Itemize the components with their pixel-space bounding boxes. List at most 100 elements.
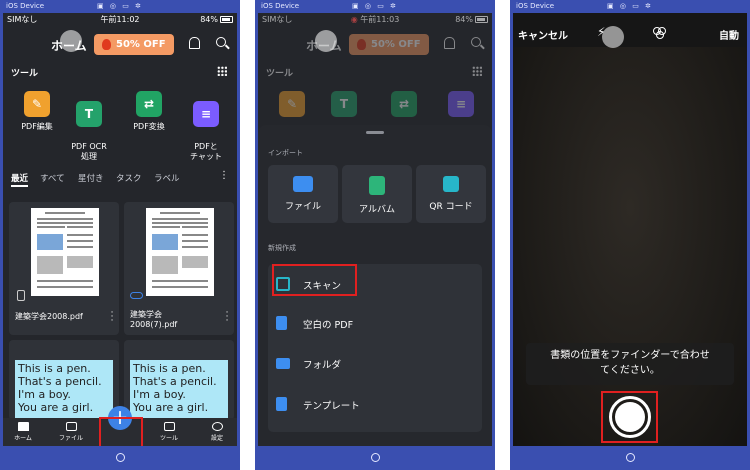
folder-icon	[293, 176, 313, 192]
phone-panel-camera: iOS Device ▣ ◎ ▭ ✲ キャンセル ⚡ 自動 書類の位置をファイン…	[510, 0, 750, 470]
qr-code-icon	[443, 176, 459, 192]
pdf-edit-icon: ✎	[279, 91, 305, 117]
album-icon	[369, 176, 385, 195]
convert-icon: ⇄	[391, 91, 417, 117]
grid-menu-icon[interactable]	[217, 66, 227, 76]
folder-icon	[65, 422, 77, 431]
toolbox-icon	[163, 422, 175, 431]
file-card[interactable]: 建築学会 2008(7).pdf · · ·	[124, 202, 234, 335]
search-icon	[471, 37, 481, 47]
home-icon	[17, 422, 29, 431]
device-controls-icon: ▣ ◎ ▭ ✲	[352, 2, 398, 10]
convert-icon: ⇄	[136, 91, 162, 117]
chat-icon: ≡	[193, 101, 219, 127]
promo-button: 50% OFF	[349, 34, 429, 55]
tab-tasks[interactable]: タスク	[116, 172, 142, 184]
nav-tools[interactable]: ツール	[151, 422, 187, 442]
blank-pdf-icon	[276, 316, 287, 330]
file-card[interactable]: This is a pen. That's a pencil. I'm a bo…	[124, 340, 234, 420]
tile-label: QR コード	[429, 202, 473, 212]
tool-label: PDF変換	[133, 122, 165, 131]
nav-home[interactable]: ホーム	[5, 422, 41, 442]
flame-icon	[357, 39, 366, 50]
home-button-icon[interactable]	[625, 453, 635, 462]
pdf-edit-icon: ✎	[24, 91, 50, 117]
file-name: 建築学会2008.pdf	[15, 312, 83, 321]
tab-starred[interactable]: 星付き	[78, 172, 104, 184]
nav-settings[interactable]: 設定	[199, 422, 235, 442]
home-indicator-bar	[0, 446, 240, 470]
page-title: ホーム	[51, 39, 87, 53]
chat-icon: ≡	[448, 91, 474, 117]
tool-convert: ⇄	[379, 91, 429, 122]
file-more-icon[interactable]: · · ·	[110, 309, 114, 326]
home-button-icon[interactable]	[370, 453, 380, 462]
highlight-box	[272, 264, 357, 296]
tile-label: アルバム	[359, 205, 395, 215]
sheet-grabber[interactable]	[366, 131, 384, 134]
battery-percent: 84%	[200, 15, 218, 24]
device-controls-icon: ▣ ◎ ▭ ✲	[97, 2, 143, 10]
tool-label: PDF編集	[21, 122, 53, 131]
home-indicator-bar	[255, 446, 495, 470]
more-vertical-icon[interactable]: ⋮	[219, 170, 229, 181]
search-icon[interactable]	[216, 37, 226, 47]
note-preview: This is a pen. That's a pencil. I'm a bo…	[130, 360, 228, 420]
cancel-button[interactable]: キャンセル	[518, 27, 568, 42]
device-bar: iOS Device ▣ ◎ ▭ ✲	[510, 0, 750, 13]
file-tabs: 最近 すべて 星付き タスク ラベル ⋮	[3, 168, 237, 190]
tool-label: PDFと チャット	[190, 142, 222, 161]
promo-label: 50% OFF	[116, 39, 166, 50]
nav-label: ツール	[159, 435, 178, 442]
promo-button[interactable]: 50% OFF	[94, 34, 174, 55]
tool-ocr: T	[319, 91, 369, 122]
import-file-button[interactable]: ファイル	[268, 165, 338, 223]
tool-ocr[interactable]: T PDF OCR 処理	[64, 91, 114, 162]
app-screen: SIMなし 午前11:02 84% ホーム 50% OFF ツール ✎ PDF編…	[3, 13, 237, 446]
tab-recent[interactable]: 最近	[11, 172, 29, 187]
auto-mode-button[interactable]: 自動	[719, 27, 739, 42]
tool-convert[interactable]: ⇄ PDF変換	[124, 91, 174, 132]
new-section-label: 新規作成	[268, 244, 296, 252]
pdf-thumbnail	[146, 208, 214, 296]
tool-pdf-edit[interactable]: ✎ PDF編集	[12, 91, 62, 132]
grid-menu-icon	[472, 66, 482, 76]
home-button-icon[interactable]	[115, 453, 125, 462]
tool-label: PDF OCR 処理	[71, 142, 107, 161]
battery-icon	[220, 16, 233, 23]
home-indicator-bar	[510, 446, 750, 470]
touch-indicator	[315, 30, 337, 52]
nav-files[interactable]: ファイル	[53, 422, 89, 442]
file-card[interactable]: 建築学会2008.pdf · · ·	[9, 202, 119, 335]
menu-item-label: テンプレート	[303, 401, 360, 412]
flame-icon	[102, 39, 111, 50]
file-card[interactable]: This is a pen. That's a pencil. I'm a bo…	[9, 340, 119, 420]
phone-panel-home: iOS Device ▣ ◎ ▭ ✲ SIMなし 午前11:02 84% ホーム…	[0, 0, 240, 470]
tools-section-title: ツール	[266, 69, 294, 79]
bell-icon	[444, 37, 455, 49]
tab-all[interactable]: すべて	[40, 172, 65, 184]
import-section-label: インポート	[268, 149, 303, 157]
highlight-box	[601, 391, 658, 443]
device-bar: iOS Device ▣ ◎ ▭ ✲	[255, 0, 495, 13]
import-qr-button[interactable]: QR コード	[416, 165, 486, 223]
tab-labels[interactable]: ラベル	[154, 172, 180, 184]
template-icon	[276, 397, 287, 411]
nav-label: 設定	[210, 435, 223, 442]
phone-panel-create-menu: iOS Device ▣ ◎ ▭ ✲ SIMなし ◉ 午前11:03 84% ホ…	[255, 0, 495, 470]
status-bar: SIMなし 午前11:02 84%	[3, 13, 237, 27]
file-more-icon[interactable]: · · ·	[225, 309, 229, 326]
tile-label: ファイル	[284, 202, 321, 212]
device-title: iOS Device	[261, 2, 300, 10]
tool-chat[interactable]: ≡ PDFと チャット	[181, 91, 231, 162]
note-preview: This is a pen. That's a pencil. I'm a bo…	[15, 360, 113, 420]
import-album-button[interactable]: アルバム	[342, 165, 412, 223]
scan-guide-message: 書類の位置をファインダーで合わせ てください。	[526, 343, 734, 385]
camera-screen: キャンセル ⚡ 自動 書類の位置をファインダーで合わせ てください。	[513, 13, 747, 446]
bell-icon[interactable]	[189, 37, 200, 49]
guide-text: 書類の位置をファインダーで合わせ てください。	[550, 350, 710, 376]
filter-icon[interactable]	[653, 27, 667, 41]
app-screen: SIMなし ◉ 午前11:03 84% ホーム 50% OFF ツール ✎ T …	[258, 13, 492, 446]
gear-icon	[211, 422, 223, 431]
tool-pdf-edit: ✎	[267, 91, 317, 122]
